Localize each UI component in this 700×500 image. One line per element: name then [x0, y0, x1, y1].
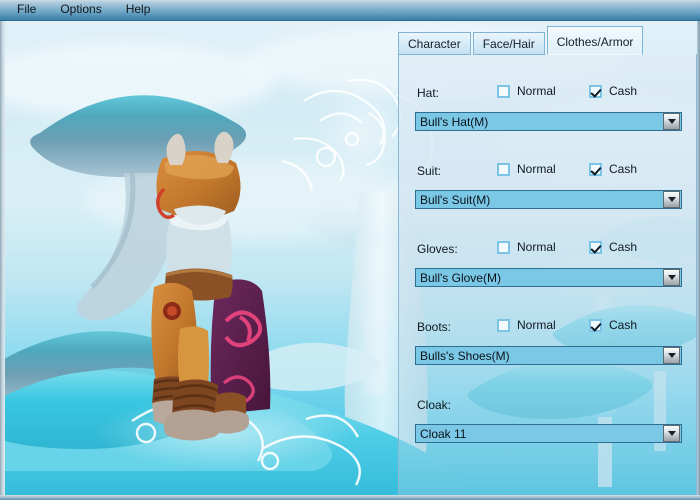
cloak-dropdown[interactable]: Cloak 11	[415, 424, 682, 443]
application-window: File Options Help Hat: Normal Cash Bull'…	[0, 0, 700, 500]
suit-dropdown-chevron-down-icon[interactable]	[663, 191, 680, 208]
hat-dropdown-value: Bull's Hat(M)	[420, 114, 489, 129]
cloak-dropdown-chevron-down-icon[interactable]	[663, 425, 680, 442]
suit-cash-label: Cash	[609, 162, 638, 176]
menu-bar: File Options Help	[0, 0, 700, 21]
gloves-dropdown-value: Bull's Glove(M)	[420, 270, 501, 285]
tab-face-hair-label: Face/Hair	[482, 36, 535, 51]
hat-normal-checkbox-group[interactable]: Normal	[497, 84, 556, 98]
tab-clothes-armor-label: Clothes/Armor	[556, 34, 634, 49]
tab-face-hair[interactable]: Face/Hair	[472, 32, 545, 55]
hat-cash-checkbox-group[interactable]: Cash	[589, 84, 637, 98]
boots-normal-checkbox[interactable]	[497, 318, 510, 332]
hat-dropdown[interactable]: Bull's Hat(M)	[415, 112, 682, 131]
window-frame-left	[0, 21, 5, 500]
gloves-cash-label: Cash	[609, 240, 638, 254]
options-panel: Hat: Normal Cash Bull's Hat(M) Suit: Nor…	[398, 54, 697, 496]
gloves-normal-checkbox[interactable]	[497, 240, 510, 254]
window-frame-bottom	[0, 495, 700, 500]
menu-file[interactable]: File	[8, 1, 45, 19]
boots-normal-label: Normal	[517, 318, 556, 332]
suit-dropdown[interactable]: Bull's Suit(M)	[415, 190, 682, 209]
tab-character-label: Character	[408, 36, 461, 51]
tab-strip: Character Face/Hair Clothes/Armor	[398, 26, 697, 55]
hat-dropdown-chevron-down-icon[interactable]	[663, 113, 680, 130]
cloak-dropdown-value: Cloak 11	[420, 426, 467, 441]
boots-normal-checkbox-group[interactable]: Normal	[497, 318, 556, 332]
hat-normal-checkbox[interactable]	[497, 84, 510, 98]
cloak-label: Cloak:	[417, 398, 452, 412]
suit-cash-checkbox-group[interactable]: Cash	[589, 162, 637, 176]
suit-normal-checkbox-group[interactable]: Normal	[497, 162, 556, 176]
hat-cash-label: Cash	[609, 84, 638, 98]
boots-cash-label: Cash	[609, 318, 638, 332]
gloves-cash-checkbox[interactable]	[589, 240, 602, 254]
suit-cash-checkbox[interactable]	[589, 162, 602, 176]
boots-cash-checkbox-group[interactable]: Cash	[589, 318, 637, 332]
boots-dropdown-value: Bulls's Shoes(M)	[420, 348, 510, 363]
tab-clothes-armor[interactable]: Clothes/Armor	[546, 26, 644, 55]
suit-dropdown-value: Bull's Suit(M)	[420, 192, 491, 207]
gloves-normal-label: Normal	[517, 240, 556, 254]
gloves-label: Gloves:	[417, 242, 458, 256]
gloves-cash-checkbox-group[interactable]: Cash	[589, 240, 637, 254]
gloves-dropdown-chevron-down-icon[interactable]	[663, 269, 680, 286]
suit-label: Suit:	[417, 164, 442, 178]
boots-cash-checkbox[interactable]	[589, 318, 602, 332]
hat-label: Hat:	[417, 86, 440, 100]
suit-normal-checkbox[interactable]	[497, 162, 510, 176]
gloves-normal-checkbox-group[interactable]: Normal	[497, 240, 556, 254]
gloves-dropdown[interactable]: Bull's Glove(M)	[415, 268, 682, 287]
boots-dropdown-chevron-down-icon[interactable]	[663, 347, 680, 364]
menu-options[interactable]: Options	[51, 1, 110, 19]
hat-normal-label: Normal	[517, 84, 556, 98]
boots-label: Boots:	[417, 320, 452, 334]
menu-help[interactable]: Help	[117, 1, 160, 19]
hat-cash-checkbox[interactable]	[589, 84, 602, 98]
suit-normal-label: Normal	[517, 162, 556, 176]
tab-character[interactable]: Character	[398, 32, 471, 55]
boots-dropdown[interactable]: Bulls's Shoes(M)	[415, 346, 682, 365]
